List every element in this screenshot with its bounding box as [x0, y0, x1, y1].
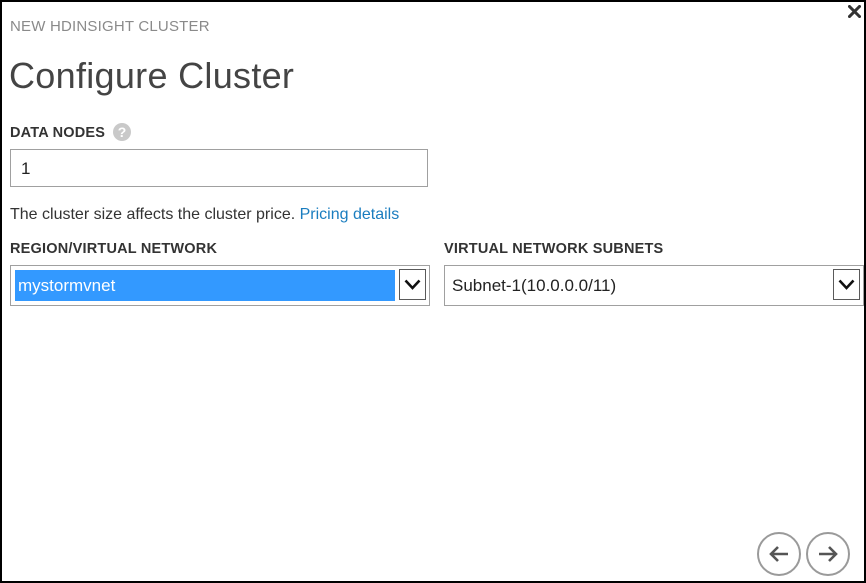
arrow-left-icon	[769, 546, 788, 562]
region-select[interactable]: mystormvnet	[10, 265, 430, 306]
subnets-select[interactable]: Subnet-1(10.0.0.0/11)	[444, 265, 864, 306]
back-button[interactable]	[757, 532, 801, 576]
close-icon	[847, 4, 861, 18]
chevron-down-icon	[838, 279, 855, 290]
next-button[interactable]	[806, 532, 850, 576]
region-label: REGION/VIRTUAL NETWORK	[10, 241, 218, 257]
page-title: Configure Cluster	[9, 55, 295, 96]
cluster-size-hint: The cluster size affects the cluster pri…	[10, 206, 399, 224]
pricing-details-link[interactable]: Pricing details	[300, 206, 400, 223]
data-nodes-label: DATA NODES	[10, 125, 106, 141]
hint-text: The cluster size affects the cluster pri…	[10, 206, 296, 223]
subnets-selected-value: Subnet-1(10.0.0.0/11)	[452, 276, 617, 295]
data-nodes-input[interactable]: 1	[10, 149, 428, 187]
chevron-down-icon	[404, 279, 421, 290]
subnets-label: VIRTUAL NETWORK SUBNETS	[444, 241, 664, 257]
dialog-kicker: NEW HDINSIGHT CLUSTER	[10, 18, 210, 35]
configure-cluster-dialog: NEW HDINSIGHT CLUSTER Configure Cluster …	[0, 0, 866, 583]
close-button[interactable]	[844, 2, 864, 20]
region-selected-value: mystormvnet	[15, 270, 395, 301]
arrow-right-icon	[819, 546, 838, 562]
subnets-dropdown-button[interactable]	[833, 269, 860, 300]
help-glyph: ?	[117, 124, 127, 140]
help-icon[interactable]: ?	[113, 123, 131, 141]
region-dropdown-button[interactable]	[399, 269, 426, 300]
